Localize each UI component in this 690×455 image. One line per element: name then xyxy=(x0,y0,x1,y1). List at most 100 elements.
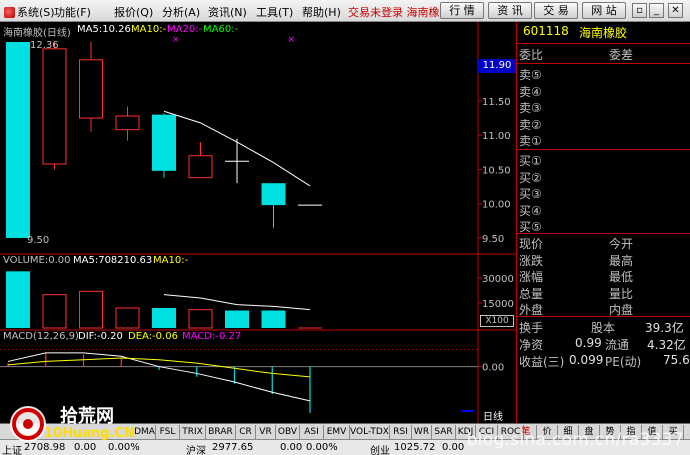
buy-level-label: 买④ xyxy=(519,203,542,218)
indicator-tab[interactable]: TRIX xyxy=(180,425,206,439)
ma10-label: MA10:- xyxy=(131,24,167,35)
hs-index-label: 沪深 xyxy=(186,446,206,455)
volume-tick-label: 15000 xyxy=(482,299,514,310)
sell-level-label: 卖④ xyxy=(519,84,542,99)
sell-level-label: 卖① xyxy=(519,134,542,148)
indicator-tab[interactable]: CR xyxy=(236,425,256,439)
stat-label: 最低 xyxy=(609,270,634,284)
volume-tick-label: 30000 xyxy=(482,274,514,285)
watermark-url: blog.sina.com.cn/ra3337 xyxy=(466,430,684,450)
sell-row[interactable]: 卖③ xyxy=(517,99,690,115)
volume-header: VOLUME:0.00 xyxy=(3,255,71,266)
website-button[interactable]: 网 站 xyxy=(582,2,626,19)
eps-value: 0.099 xyxy=(569,353,604,367)
brand-cn: 拾荒网 xyxy=(60,406,114,427)
menu-system[interactable]: 系统(S) xyxy=(4,4,55,20)
macd-tick-label: 0.00 xyxy=(482,363,504,374)
sell-row[interactable]: 卖⑤ xyxy=(517,66,690,82)
divider xyxy=(517,149,690,150)
restore-icon[interactable]: ▫ xyxy=(632,3,647,18)
price-tick-label: 10.00 xyxy=(482,200,511,211)
stat-label: 今开 xyxy=(609,237,634,251)
scroll-indicator xyxy=(462,410,474,412)
hs-index-value: 2977.65 xyxy=(212,442,254,453)
menu-help[interactable]: 帮助(H) xyxy=(302,4,341,20)
sell-row[interactable]: 卖④ xyxy=(517,83,690,99)
divider xyxy=(517,233,690,234)
trade-button[interactable]: 交 易 xyxy=(534,2,578,19)
divider xyxy=(517,63,690,64)
buy-row[interactable]: 买② xyxy=(517,169,690,185)
stat-label: 总量 xyxy=(519,286,544,301)
volume-ma5-line xyxy=(163,294,311,311)
eps-label: 收益(三) xyxy=(519,355,565,369)
indicator-tab[interactable]: BRAR xyxy=(206,425,236,439)
volume-unit-badge: X100 xyxy=(480,315,514,327)
indicator-tab[interactable]: RSI xyxy=(390,425,412,439)
hs-index-change: 0.00 xyxy=(280,442,303,453)
indicator-tab[interactable]: VOL-TDX xyxy=(350,425,390,439)
stat-row: 涨幅 最低 xyxy=(517,268,690,284)
sell-level-label: 卖② xyxy=(519,117,542,132)
buy-row[interactable]: 买⑤ xyxy=(517,218,690,234)
net-asset-label: 净资 xyxy=(519,338,544,352)
hs-index-pct: 0.00% xyxy=(306,442,338,453)
indicator-tab[interactable]: WR xyxy=(412,425,432,439)
indicator-tab[interactable]: EMV xyxy=(324,425,350,439)
buy-row[interactable]: 买③ xyxy=(517,185,690,201)
sell-row[interactable]: 卖② xyxy=(517,116,690,132)
indicator-tab[interactable]: OBV xyxy=(276,425,300,439)
buy-level-label: 买① xyxy=(519,154,542,168)
chart-area[interactable]: 11.50 11.00 10.50 10.00 9.50 × × 30000 15000 0.00… xyxy=(0,22,516,423)
volume-bar xyxy=(188,309,213,329)
capital-value: 39.3亿 xyxy=(645,321,684,335)
price-tick-label: 10.50 xyxy=(482,165,511,176)
indicator-tab[interactable]: FSL xyxy=(156,425,180,439)
menu-function[interactable]: 功能(F) xyxy=(54,4,91,20)
login-notice: 交易未登录 海南橡胶 xyxy=(348,6,451,19)
close-icon[interactable]: ✕ xyxy=(668,3,683,18)
news-button[interactable]: 资 讯 xyxy=(488,2,532,19)
stat-label: 最高 xyxy=(609,253,634,268)
capital-label: 股本 xyxy=(591,321,616,335)
volume-bar xyxy=(261,310,286,328)
stat-row: 涨跌 最高 xyxy=(517,252,690,268)
stat-row: 现价 今开 xyxy=(517,235,690,251)
macd-header: MACD(12,26,9) xyxy=(3,331,79,342)
minimize-icon[interactable]: _ xyxy=(649,3,664,18)
menu-tools[interactable]: 工具(T) xyxy=(256,4,293,20)
kline-chart[interactable]: 11.50 11.00 10.50 10.00 9.50 × × 30000 15000 0.00 xyxy=(0,22,516,423)
quote-button[interactable]: 行 情 xyxy=(440,2,484,19)
menu-news[interactable]: 资讯(N) xyxy=(208,4,247,20)
dif-label: DIF:-0.20 xyxy=(78,331,123,342)
net-asset-value: 0.99 xyxy=(575,336,602,350)
pe-label: PE(动) xyxy=(605,355,642,369)
sell-row[interactable]: 卖① xyxy=(517,132,690,148)
stat-label: 涨幅 xyxy=(519,270,544,284)
candle-body xyxy=(152,114,176,171)
buy-level-label: 买③ xyxy=(519,187,542,201)
float-label: 流通 xyxy=(605,338,630,352)
divider xyxy=(517,43,690,44)
period-label[interactable]: 日线 xyxy=(483,408,503,423)
weicha-label: 委差 xyxy=(609,48,634,62)
indicator-tab[interactable]: DMA xyxy=(134,425,156,439)
candle-body xyxy=(6,42,30,238)
high-price-label: 12.36 xyxy=(30,40,59,51)
indicator-tab[interactable]: ASI xyxy=(300,425,324,439)
menu-analysis[interactable]: 分析(A) xyxy=(162,4,200,20)
quote-panel: 601118 海南橡胶 委比 委差 卖⑤ 卖④ 卖③ 卖② 卖① 买① 买② 买③ 买④ 买⑤ … xyxy=(516,22,690,423)
indicator-tab[interactable]: SAR xyxy=(432,425,456,439)
buy-row[interactable]: 买① xyxy=(517,152,690,168)
indicator-tab[interactable]: VR xyxy=(256,425,276,439)
ma5-label: MA5:10.26 xyxy=(77,24,131,35)
stat-label: 涨跌 xyxy=(519,253,544,268)
candle-body xyxy=(115,115,140,131)
stock-code: 601118 xyxy=(523,24,569,38)
candle-body xyxy=(42,48,67,165)
marker-x: × xyxy=(172,35,180,45)
volume-bar xyxy=(6,271,30,328)
menu-quote[interactable]: 报价(Q) xyxy=(114,4,153,20)
buy-row[interactable]: 买④ xyxy=(517,202,690,218)
stat-row: 总量 量比 xyxy=(517,285,690,301)
